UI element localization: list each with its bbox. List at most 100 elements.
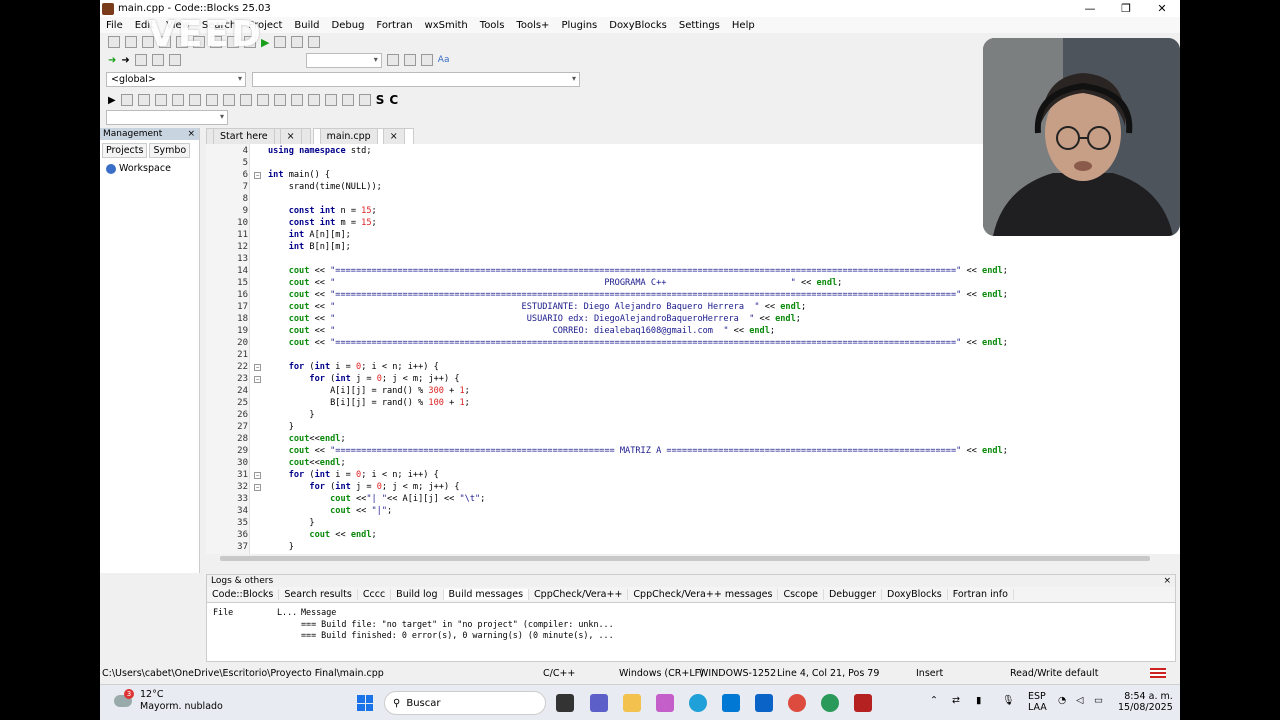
code-line[interactable]: cout<<endl; <box>268 434 346 444</box>
tab-codeblocks-log[interactable]: Code::Blocks <box>207 589 280 600</box>
tray-audio-app-icon[interactable]: ▮ <box>976 695 981 706</box>
c-icon[interactable]: C <box>389 93 398 107</box>
code-line[interactable]: srand(time(NULL)); <box>268 182 382 192</box>
menu-tools[interactable]: Tools <box>474 20 511 31</box>
code-line[interactable]: for (int i = 0; i < n; i++) { <box>268 470 439 480</box>
microphone-icon[interactable]: 🎙 <box>1002 695 1014 706</box>
abort-icon[interactable] <box>308 36 321 48</box>
workspace-node[interactable]: Workspace <box>100 161 199 176</box>
debug-windows-icon[interactable] <box>239 94 252 106</box>
tab-start-here[interactable]: Start here × <box>206 128 311 144</box>
codeblocks-taskbar-icon[interactable] <box>854 694 872 712</box>
fold-toggle-icon[interactable]: − <box>254 172 261 179</box>
menu-wxsmith[interactable]: wxSmith <box>419 20 474 31</box>
chrome-profile-icon[interactable] <box>821 694 839 712</box>
menu-help[interactable]: Help <box>726 20 761 31</box>
tab-fortran-info[interactable]: Fortran info <box>948 589 1014 600</box>
tab-debugger[interactable]: Debugger <box>824 589 882 600</box>
tab-build-messages[interactable]: Build messages <box>443 589 530 600</box>
code-line[interactable]: const int n = 15; <box>268 206 377 216</box>
s-icon[interactable]: S <box>376 93 385 107</box>
code-line[interactable]: cout << endl; <box>268 530 376 540</box>
code-line[interactable]: cout << "===============================… <box>268 290 1008 300</box>
code-line[interactable]: for (int j = 0; j < m; j++) { <box>268 482 459 492</box>
tab-cccc[interactable]: Cccc <box>358 589 392 600</box>
menu-fortran[interactable]: Fortran <box>370 20 418 31</box>
fold-toggle-icon[interactable]: − <box>254 364 261 371</box>
next-instruction-icon[interactable] <box>188 94 201 106</box>
language-indicator[interactable]: ESP LAA <box>1028 691 1047 713</box>
target-combo[interactable]: ▾ <box>305 52 382 68</box>
code-line[interactable]: cout << " PROGRAMA C++ " << endl; <box>268 278 843 288</box>
file-explorer-icon[interactable] <box>623 694 641 712</box>
function-combo[interactable]: ▾ <box>252 72 580 87</box>
step-into-icon[interactable] <box>154 94 167 106</box>
scrollbar-thumb[interactable] <box>220 556 1150 561</box>
forward-arrow-icon[interactable]: ➜ <box>121 55 129 66</box>
outlook-icon[interactable] <box>755 694 773 712</box>
tab-main-cpp[interactable]: main.cpp × <box>312 128 414 144</box>
clock[interactable]: 8:54 a. m. 15/08/2025 <box>1118 691 1173 713</box>
code-line[interactable]: } <box>268 422 294 432</box>
code-line[interactable]: int B[n][m]; <box>268 242 351 252</box>
zoom-in-icon[interactable] <box>341 94 354 106</box>
store-icon[interactable] <box>722 694 740 712</box>
code-line[interactable]: A[i][j] = rand() % 300 + 1; <box>268 386 470 396</box>
tab-cscope[interactable]: Cscope <box>778 589 824 600</box>
tray-app-icon[interactable]: ⇄ <box>952 695 960 706</box>
tab-doxyblocks[interactable]: DoxyBlocks <box>882 589 948 600</box>
code-line[interactable]: cout << " ESTUDIANTE: Diego Alejandro Ba… <box>268 302 806 312</box>
log-row[interactable]: === Build finished: 0 error(s), 0 warnin… <box>301 630 614 640</box>
menu-debug[interactable]: Debug <box>326 20 371 31</box>
highlight-icon[interactable] <box>420 54 433 66</box>
fold-toggle-icon[interactable]: − <box>254 472 261 479</box>
tray-chevron-icon[interactable]: ⌃ <box>930 695 938 706</box>
rebuild-icon[interactable] <box>291 36 304 48</box>
code-line[interactable]: int A[n][m]; <box>268 230 351 240</box>
tab-cppcheck[interactable]: CppCheck/Vera++ <box>529 589 629 600</box>
code-line[interactable]: for (int j = 0; j < m; j++) { <box>268 374 459 384</box>
pause-icon[interactable] <box>205 94 218 106</box>
next-line-icon[interactable] <box>137 94 150 106</box>
grid-icon[interactable] <box>307 94 320 106</box>
log-row[interactable]: === Build file: "no target" in "no proje… <box>301 619 614 629</box>
code-line[interactable]: } <box>268 410 314 420</box>
logs-close-icon[interactable]: × <box>1163 576 1171 586</box>
tab-symbols[interactable]: Symbo <box>149 143 191 158</box>
code-line[interactable]: cout << "===============================… <box>268 338 1008 348</box>
run-to-cursor-icon[interactable] <box>120 94 133 106</box>
jump-icon[interactable] <box>151 54 164 66</box>
code-line[interactable]: for (int i = 0; i < n; i++) { <box>268 362 439 372</box>
code-line[interactable]: using namespace std; <box>268 146 372 156</box>
back-arrow-icon[interactable]: ➜ <box>108 55 116 66</box>
info-icon[interactable] <box>256 94 269 106</box>
start-button-icon[interactable] <box>357 695 373 711</box>
weather-widget[interactable]: 3 12°C Mayorm. nublado <box>114 689 223 713</box>
zoom-out-icon[interactable] <box>358 94 371 106</box>
code-line[interactable]: cout << "===============================… <box>268 446 1008 456</box>
copilot-icon[interactable] <box>656 694 674 712</box>
menu-build[interactable]: Build <box>288 20 325 31</box>
code-line[interactable]: cout <<"| "<< A[i][j] << "\t"; <box>268 494 485 504</box>
font-icon[interactable]: Aa <box>438 55 450 65</box>
stop-debug-icon[interactable] <box>222 94 235 106</box>
step-out-icon[interactable] <box>171 94 184 106</box>
code-line[interactable]: cout << "|"; <box>268 506 392 516</box>
debug-start-icon[interactable]: ▶ <box>108 95 116 106</box>
search-combo[interactable]: ▾ <box>106 110 228 125</box>
horizontal-scrollbar[interactable] <box>206 554 1180 563</box>
bookmark-icon[interactable] <box>134 54 147 66</box>
code-line[interactable]: const int m = 15; <box>268 218 377 228</box>
prev-icon[interactable] <box>386 54 399 66</box>
volume-icon[interactable]: ◁ <box>1076 695 1083 706</box>
block-icon[interactable] <box>324 94 337 106</box>
tab-search-results[interactable]: Search results <box>279 589 358 600</box>
minimize-button[interactable]: — <box>1072 0 1108 17</box>
menu-tools-plus[interactable]: Tools+ <box>510 20 555 31</box>
menu-settings[interactable]: Settings <box>673 20 726 31</box>
chrome-icon[interactable] <box>788 694 806 712</box>
new-file-icon[interactable] <box>108 36 120 48</box>
code-line[interactable]: } <box>268 518 314 528</box>
code-line[interactable]: } <box>268 542 294 552</box>
menu-plugins[interactable]: Plugins <box>555 20 603 31</box>
